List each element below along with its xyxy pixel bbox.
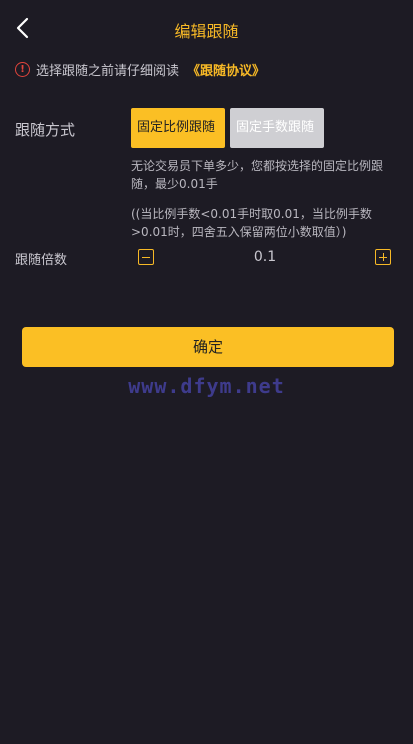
page-title: 编辑跟随 xyxy=(174,22,239,41)
watermark: www.dfym.net xyxy=(128,374,285,398)
minus-icon xyxy=(142,256,150,258)
increase-multiplier-button[interactable] xyxy=(375,249,391,265)
fixed-ratio-button[interactable]: 固定比例跟随 xyxy=(131,108,225,148)
multiplier-value[interactable]: 0.1 xyxy=(156,249,374,265)
follow-mode-description: 无论交易员下单多少，您都按选择的固定比例跟随，最少0.01手 xyxy=(131,159,384,191)
notice-text: 选择跟随之前请仔细阅读 xyxy=(36,63,180,79)
agreement-notice: ! 选择跟随之前请仔细阅读 《跟随协议》 xyxy=(15,60,265,79)
warning-icon: ! xyxy=(15,61,30,77)
multiplier-label: 跟随倍数 xyxy=(15,253,68,268)
follow-mode-note: ((当比例手数<0.01手时取0.01，当比例手数>0.01时，四舍五入保留两位… xyxy=(131,207,372,239)
agreement-link[interactable]: 《跟随协议》 xyxy=(187,60,265,79)
confirm-button[interactable]: 确定 xyxy=(22,327,394,367)
follow-mode-label: 跟随方式 xyxy=(15,121,76,139)
fixed-lots-button[interactable]: 固定手数跟随 xyxy=(230,108,324,148)
header-bar: 编辑跟随 xyxy=(0,0,413,56)
decrease-multiplier-button[interactable] xyxy=(138,249,154,265)
